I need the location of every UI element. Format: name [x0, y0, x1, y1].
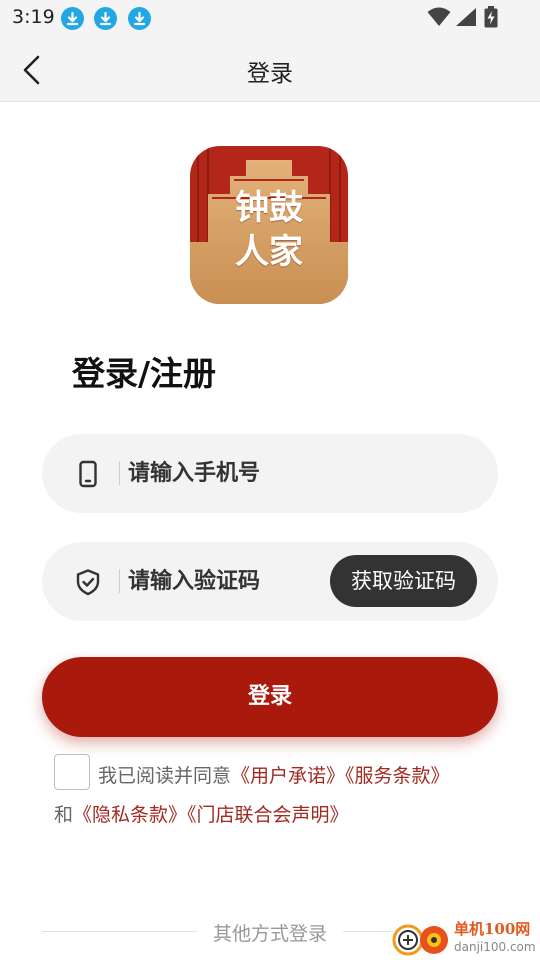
field-divider: [119, 569, 120, 593]
status-bar: 3:19: [0, 0, 540, 36]
phone-icon: [79, 460, 97, 488]
agreement-connector: 和: [54, 804, 74, 826]
shield-check-icon: [76, 569, 100, 596]
login-button[interactable]: 登录: [42, 657, 498, 737]
phone-input[interactable]: [128, 434, 368, 513]
get-code-button[interactable]: 获取验证码: [330, 555, 477, 607]
logo-text-bottom: 人家: [235, 232, 303, 272]
logo-text-top: 钟鼓: [235, 188, 303, 228]
watermark: 单机100网 danji100.com: [390, 916, 540, 960]
signal-icon: [456, 8, 476, 26]
field-divider: [119, 461, 120, 485]
watermark-logo-icon: [392, 924, 448, 956]
download-icon: [61, 7, 84, 30]
download-icon: [94, 7, 117, 30]
code-input[interactable]: [128, 542, 324, 621]
code-field: 获取验证码: [42, 542, 498, 621]
watermark-url: danji100.com: [454, 940, 536, 954]
app-header: 登录: [0, 36, 540, 102]
app-logo: 钟鼓 人家: [190, 146, 348, 304]
page-title: 登录: [247, 61, 293, 87]
user-promise-link[interactable]: 《用户承诺》: [231, 765, 345, 787]
phone-field: [42, 434, 498, 513]
wifi-icon: [427, 7, 451, 26]
terms-link[interactable]: 《服务条款》: [345, 765, 450, 787]
store-statement-link[interactable]: 《门店联合会声明》: [187, 804, 349, 826]
status-time: 3:19: [12, 6, 55, 28]
divider-right: [343, 931, 393, 932]
agreement-line-1: 我已阅读并同意《用户承诺》《服务条款》: [98, 761, 450, 788]
agreement-prefix: 我已阅读并同意: [98, 765, 232, 787]
battery-charging-icon: [484, 6, 498, 28]
watermark-name: 单机100网: [454, 920, 531, 938]
agreement-line-2: 和《隐私条款》《门店联合会声明》: [54, 800, 349, 827]
login-heading: 登录/注册: [72, 354, 217, 393]
download-icon: [128, 7, 151, 30]
privacy-link[interactable]: 《隐私条款》: [73, 804, 187, 826]
agreement-checkbox[interactable]: [54, 754, 90, 790]
